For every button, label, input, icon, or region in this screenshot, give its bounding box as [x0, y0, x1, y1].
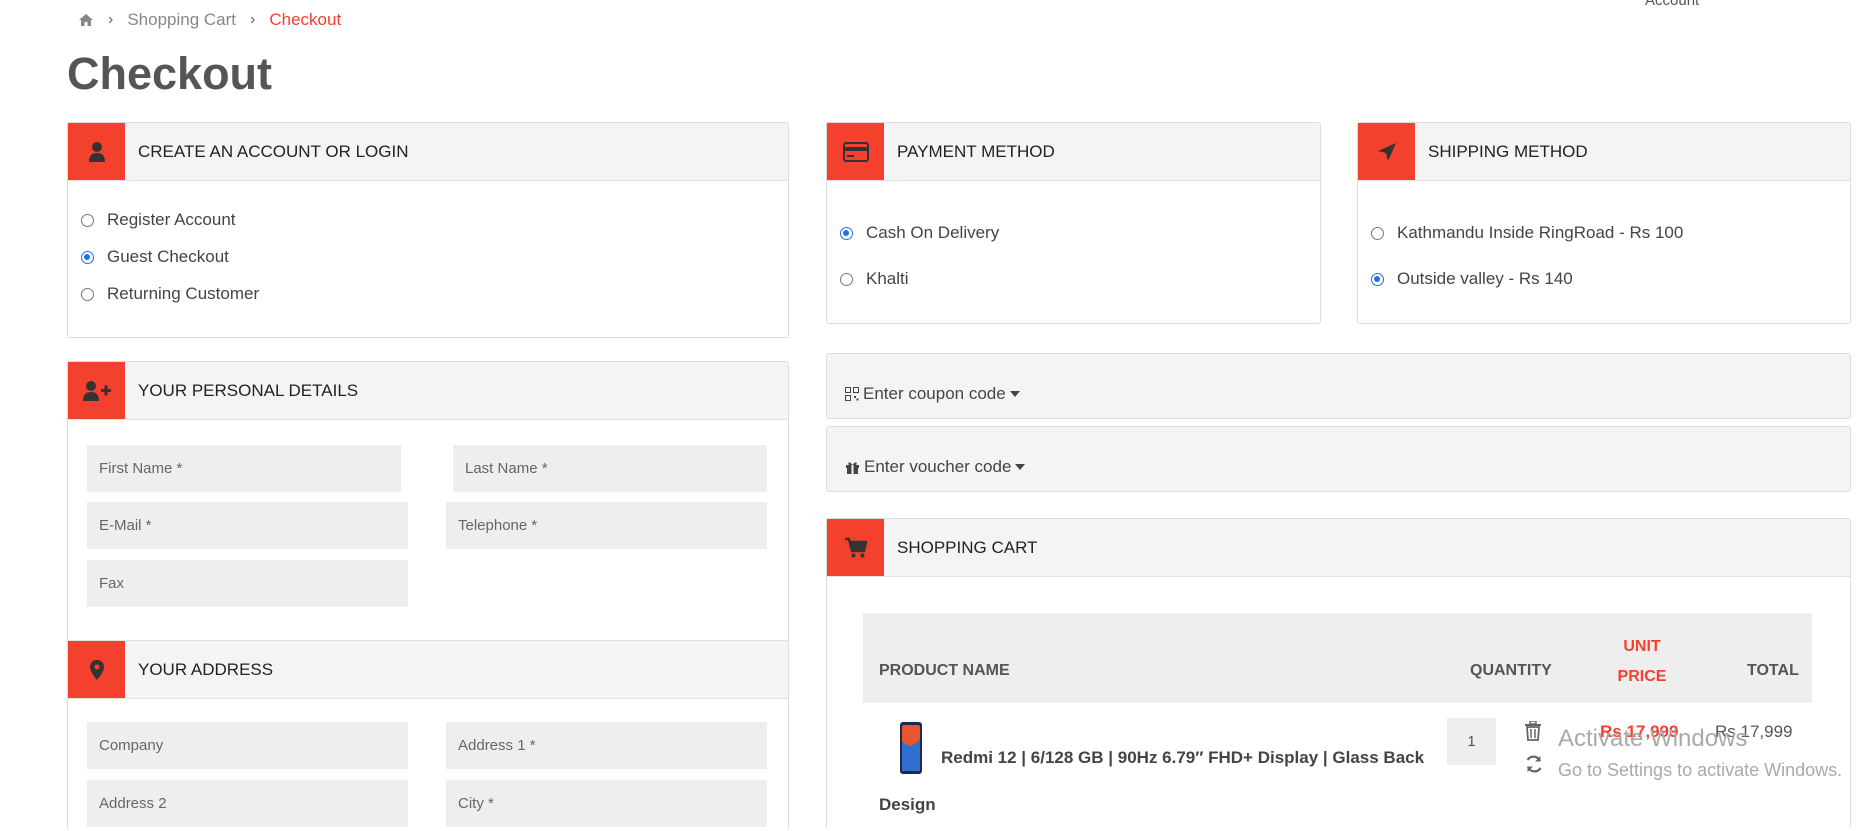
- map-marker-icon: [68, 641, 125, 698]
- radio-outside-valley[interactable]: Outside valley - Rs 140: [1371, 269, 1573, 289]
- activate-windows-subtext: Go to Settings to activate Windows.: [1558, 760, 1843, 780]
- coupon-label: Enter coupon code: [863, 384, 1006, 403]
- caret-down-icon: [1009, 391, 1020, 397]
- credit-card-icon: [827, 123, 884, 180]
- trash-icon[interactable]: [1524, 721, 1542, 741]
- radio-button[interactable]: [81, 213, 94, 227]
- product-name-line2: Design: [879, 795, 936, 814]
- radio-label: Kathmandu Inside RingRoad - Rs 100: [1397, 223, 1684, 242]
- radio-label: Khalti: [866, 269, 909, 288]
- radio-button[interactable]: [1371, 272, 1384, 286]
- breadcrumb-separator: ›: [108, 11, 114, 28]
- account-panel: CREATE AN ACCOUNT OR LOGIN Register Acco…: [67, 122, 789, 338]
- refresh-icon[interactable]: [1524, 754, 1544, 774]
- address-title: YOUR ADDRESS: [138, 659, 274, 679]
- radio-guest-checkout[interactable]: Guest Checkout: [81, 247, 229, 267]
- user-plus-icon: [68, 362, 125, 419]
- shopping-cart-header: SHOPPING CART: [827, 519, 1850, 577]
- header-product-name: PRODUCT NAME: [879, 662, 1010, 679]
- shopping-cart-icon: [827, 519, 884, 576]
- radio-button[interactable]: [1371, 226, 1384, 240]
- breadcrumb-separator: ›: [250, 11, 256, 28]
- shipping-panel: SHIPPING METHOD Kathmandu Inside RingRoa…: [1357, 122, 1851, 324]
- email-field[interactable]: E-Mail *: [87, 502, 408, 549]
- header-unit-price-line2: PRICE: [1617, 668, 1667, 685]
- header-quantity: QUANTITY: [1470, 662, 1552, 679]
- personal-details-panel: YOUR PERSONAL DETAILS First Name * Last …: [67, 361, 789, 831]
- payment-panel-header: PAYMENT METHOD: [827, 123, 1320, 181]
- radio-kathmandu-inside[interactable]: Kathmandu Inside RingRoad - Rs 100: [1371, 223, 1683, 243]
- radio-label: Guest Checkout: [107, 247, 229, 266]
- breadcrumb-shopping-cart[interactable]: Shopping Cart: [127, 10, 236, 30]
- shipping-panel-title: SHIPPING METHOD: [1428, 141, 1588, 161]
- qrcode-icon: [845, 387, 859, 401]
- radio-khalti[interactable]: Khalti: [840, 269, 909, 289]
- radio-register-account[interactable]: Register Account: [81, 210, 236, 230]
- address1-field[interactable]: Address 1 *: [446, 722, 767, 769]
- account-panel-header: CREATE AN ACCOUNT OR LOGIN: [68, 123, 788, 181]
- gift-icon: [846, 462, 859, 474]
- fax-field[interactable]: Fax: [87, 560, 408, 607]
- last-name-field[interactable]: Last Name *: [453, 445, 767, 492]
- personal-details-header: YOUR PERSONAL DETAILS: [68, 362, 788, 420]
- product-name[interactable]: Redmi 12 | 6/128 GB | 90Hz 6.79″ FHD+ Di…: [879, 734, 1439, 828]
- coupon-toggle[interactable]: Enter coupon code: [826, 353, 1851, 419]
- payment-panel-title: PAYMENT METHOD: [897, 141, 1055, 161]
- voucher-label: Enter voucher code: [864, 457, 1012, 476]
- caret-down-icon: [1015, 464, 1026, 470]
- company-field[interactable]: Company: [87, 722, 408, 769]
- radio-button[interactable]: [840, 226, 853, 240]
- radio-label: Outside valley - Rs 140: [1397, 269, 1573, 288]
- account-panel-title: CREATE AN ACCOUNT OR LOGIN: [138, 141, 409, 161]
- radio-button[interactable]: [81, 287, 94, 301]
- home-icon[interactable]: [78, 13, 94, 27]
- radio-label: Returning Customer: [107, 284, 260, 303]
- breadcrumb-checkout: Checkout: [269, 10, 342, 29]
- radio-label: Cash On Delivery: [866, 223, 1000, 242]
- user-icon: [68, 123, 125, 180]
- telephone-field[interactable]: Telephone *: [446, 502, 767, 549]
- quantity-input[interactable]: 1: [1447, 718, 1496, 765]
- breadcrumb: › Shopping Cart › Checkout: [78, 10, 341, 30]
- account-link[interactable]: Account: [1645, 0, 1699, 9]
- radio-cash-on-delivery[interactable]: Cash On Delivery: [840, 223, 999, 243]
- activate-windows-watermark: Activate Windows: [1558, 725, 1748, 752]
- header-unit-price-line1: UNIT: [1623, 638, 1661, 655]
- product-name-line1: Redmi 12 | 6/128 GB | 90Hz 6.79″ FHD+ Di…: [941, 748, 1425, 767]
- radio-returning-customer[interactable]: Returning Customer: [81, 284, 259, 304]
- header-unit-price: UNIT PRICE: [1612, 632, 1672, 692]
- radio-button[interactable]: [840, 272, 853, 286]
- page-title: Checkout: [67, 48, 273, 99]
- first-name-field[interactable]: First Name *: [87, 445, 401, 492]
- header-total: TOTAL: [1747, 662, 1799, 679]
- voucher-toggle[interactable]: Enter voucher code: [826, 426, 1851, 492]
- radio-button[interactable]: [81, 250, 94, 264]
- payment-panel: PAYMENT METHOD Cash On Delivery Khalti: [826, 122, 1321, 324]
- shopping-cart-title: SHOPPING CART: [897, 537, 1038, 557]
- address-header: YOUR ADDRESS: [68, 640, 788, 699]
- radio-label: Register Account: [107, 210, 236, 229]
- shipping-panel-header: SHIPPING METHOD: [1358, 123, 1850, 181]
- personal-details-title: YOUR PERSONAL DETAILS: [138, 380, 359, 400]
- location-arrow-icon: [1358, 123, 1415, 180]
